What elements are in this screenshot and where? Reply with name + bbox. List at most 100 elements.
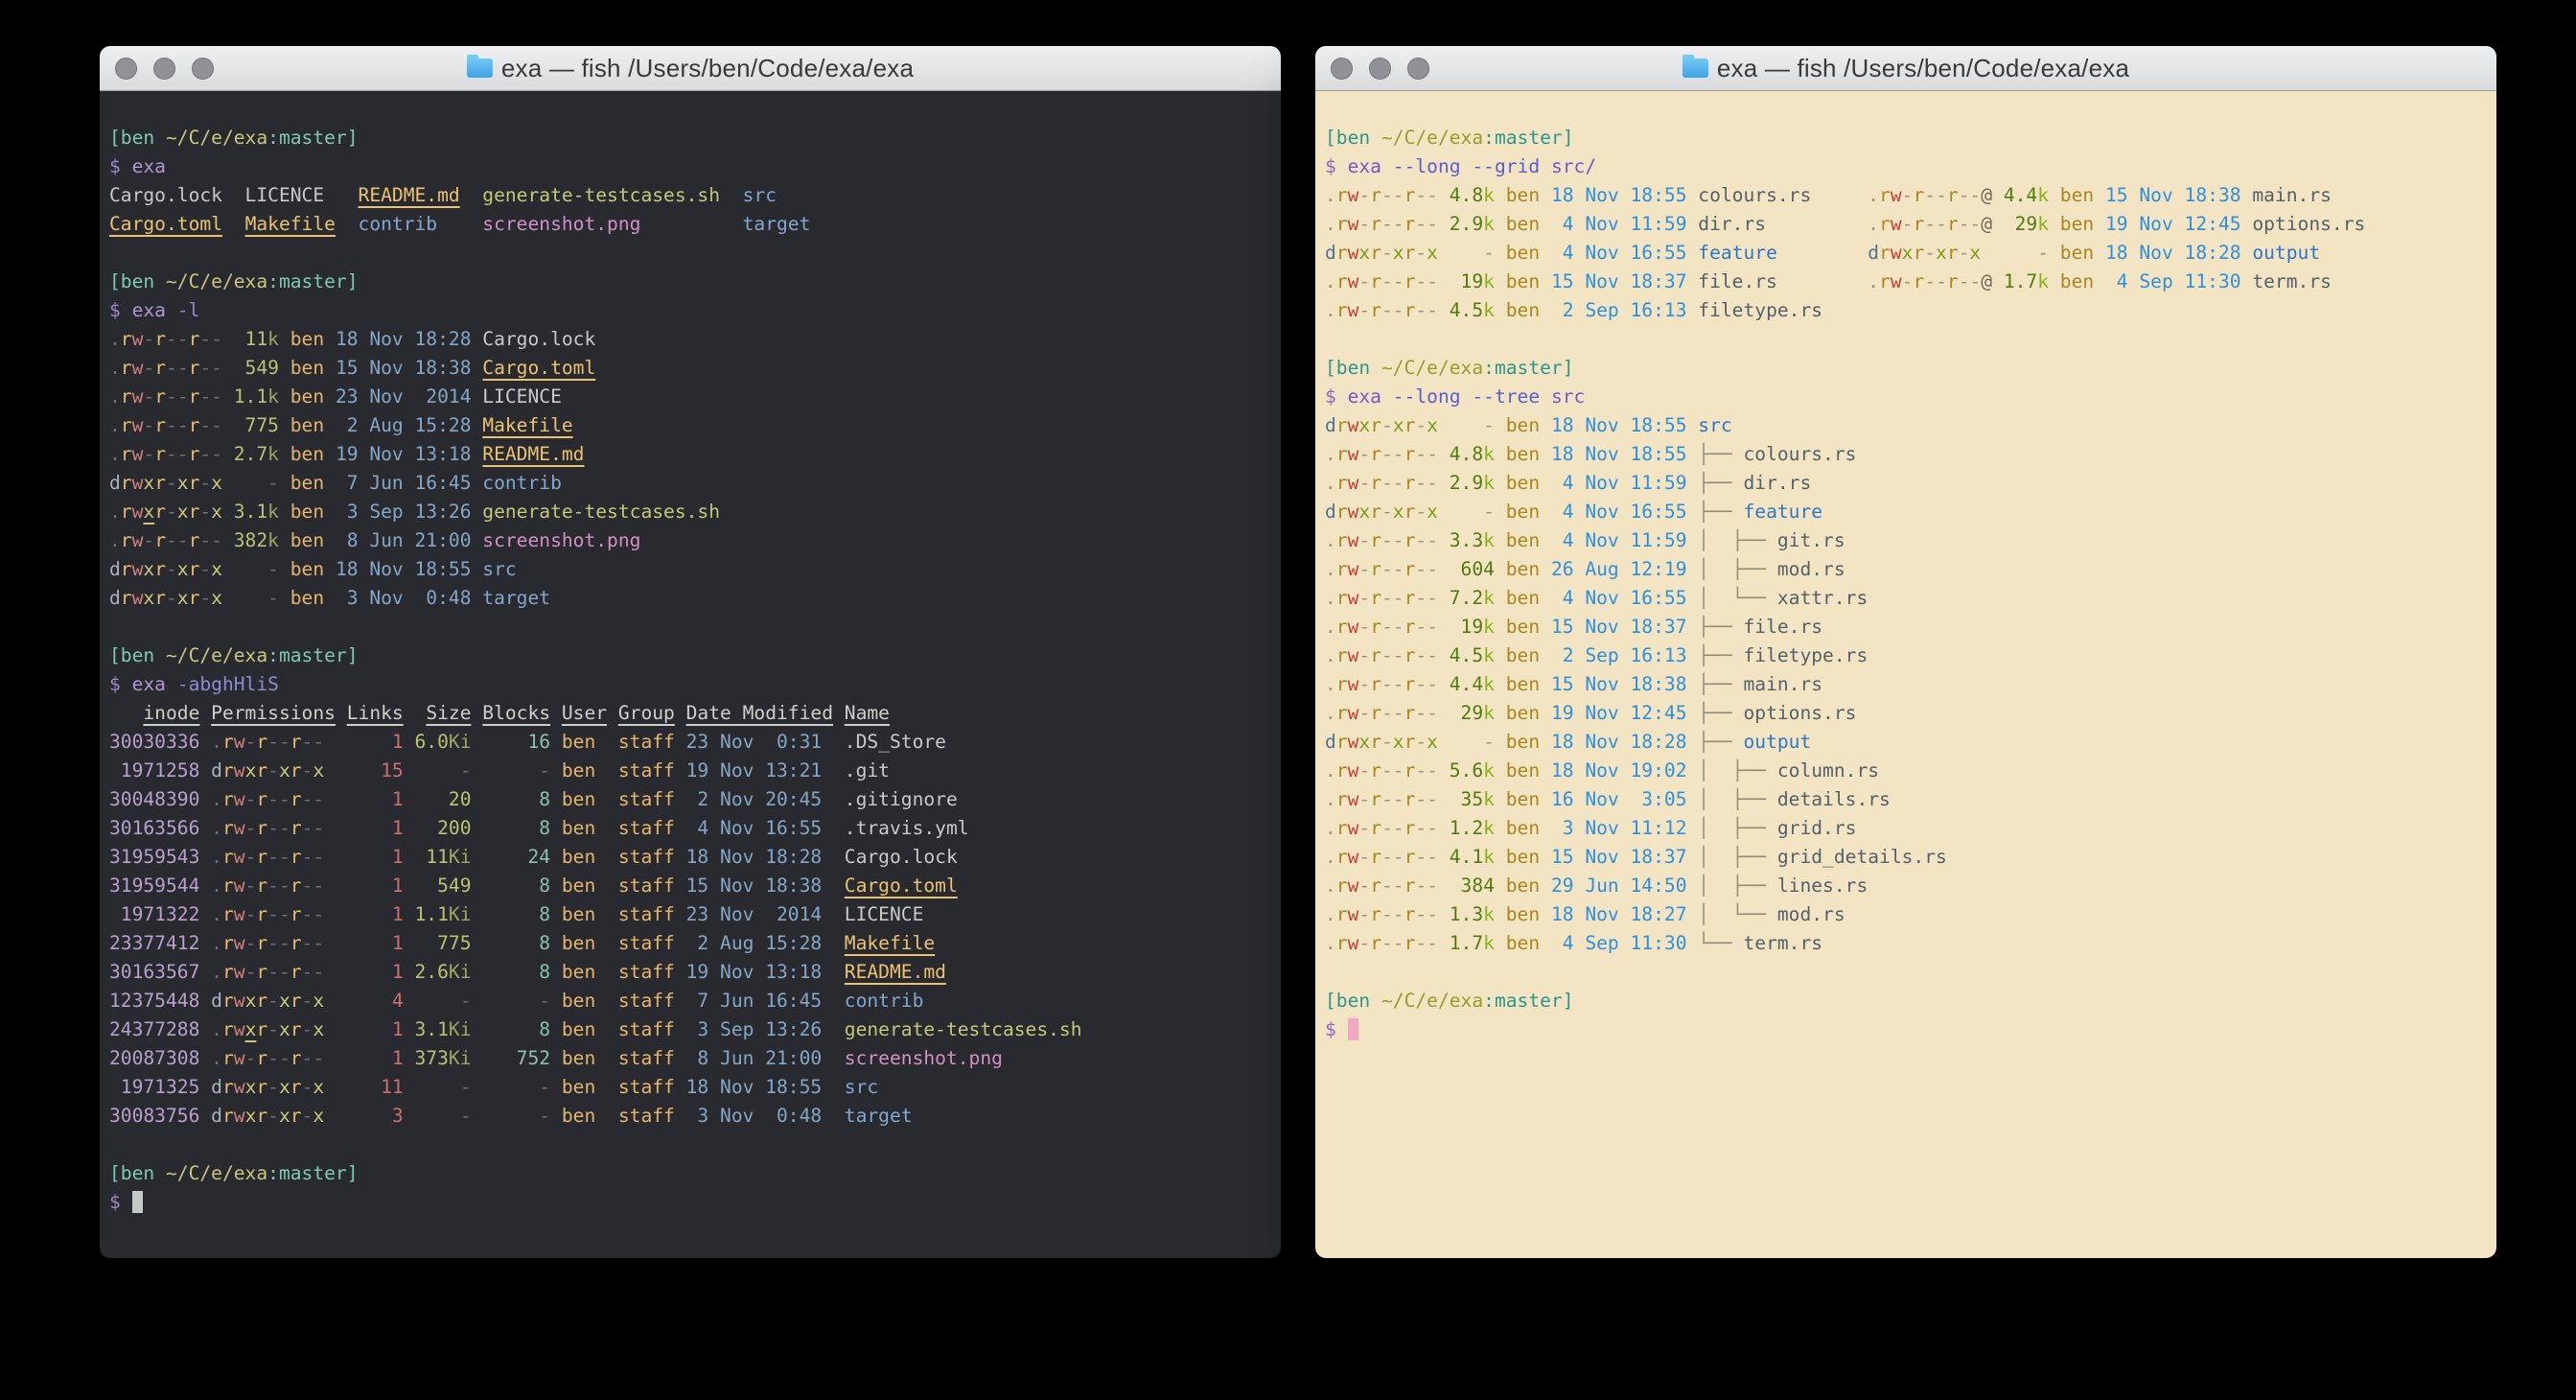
text-run — [1687, 788, 1699, 810]
terminal-line: $ exa — [109, 152, 1271, 181]
text-run — [472, 961, 483, 983]
text-run: x — [211, 558, 222, 580]
text-run: w — [1891, 270, 1902, 292]
titlebar[interactable]: exa — fish /Users/ben/Code/exa/exa — [1315, 46, 2496, 91]
terminal-line: $ — [1325, 1015, 2487, 1044]
text-run: k — [1483, 846, 1495, 868]
text-run: r — [154, 558, 166, 580]
text-run: r — [222, 759, 234, 782]
text-run: -- — [267, 817, 290, 839]
text-run: -- — [1415, 443, 1438, 465]
text-run: x — [1358, 501, 1370, 523]
text-run: r — [1370, 616, 1381, 638]
text-run — [550, 875, 562, 897]
text-run: x — [1902, 242, 1914, 264]
text-run: - — [1358, 817, 1370, 839]
text-run — [595, 875, 618, 897]
text-run — [675, 846, 686, 868]
text-run: . — [211, 1018, 222, 1040]
text-run: 23 Nov 2014 — [336, 385, 472, 408]
text-run: -- — [1415, 587, 1438, 609]
text-run: r — [1404, 242, 1416, 264]
text-run: - — [1358, 472, 1370, 494]
text-run — [1438, 529, 1450, 551]
text-run: -- — [302, 817, 325, 839]
text-run: d — [211, 990, 222, 1012]
text-run: 16 Nov 3:05 — [1551, 788, 1687, 810]
text-run: LICENCE — [845, 903, 924, 925]
terminal-line: .rw-r--r-- 19k ben 15 Nov 18:37 file.rs … — [1325, 268, 2487, 296]
text-run: - — [143, 529, 154, 551]
text-run: ben — [562, 1076, 595, 1098]
text-run: k — [1483, 472, 1495, 494]
text-run: README.md — [359, 184, 460, 206]
text-run: lines.rs — [1777, 875, 1868, 897]
close-button[interactable] — [115, 58, 137, 80]
text-run: r — [1913, 184, 1924, 206]
text-run: 1971322 — [109, 903, 199, 925]
text-run — [1687, 472, 1699, 494]
close-button[interactable] — [1331, 58, 1353, 80]
text-run: ben — [562, 846, 595, 868]
text-run — [472, 788, 483, 810]
text-run: -- — [1415, 184, 1438, 206]
text-run: k — [1483, 788, 1495, 810]
terminal-line: .rw-r--r-- 7.2k ben 4 Nov 16:55 │ └── xa… — [1325, 584, 2487, 613]
minimize-button[interactable] — [153, 58, 175, 80]
text-run: x — [1427, 501, 1438, 523]
text-run — [472, 1047, 483, 1069]
text-run: src — [1698, 414, 1731, 436]
text-run: - — [267, 1018, 279, 1040]
text-run — [222, 328, 234, 350]
text-run: r — [256, 1076, 267, 1098]
titlebar[interactable]: exa — fish /Users/ben/Code/exa/exa — [100, 46, 1281, 91]
text-run: - — [1381, 414, 1393, 436]
text-run — [1540, 242, 1551, 264]
text-run: k — [1483, 587, 1495, 609]
text-run: x — [245, 1105, 257, 1127]
text-run: r — [1336, 846, 1348, 868]
text-run: [ben — [109, 644, 166, 666]
text-run — [1540, 385, 1551, 408]
text-run: x — [177, 472, 189, 494]
text-run: - — [245, 846, 257, 868]
text-run: ├── — [1698, 616, 1743, 638]
terminal-screen[interactable]: [ben ~/C/e/exa:master]$ exaCargo.lock LI… — [100, 91, 1281, 1257]
text-run: ben — [2060, 270, 2094, 292]
text-run — [1687, 846, 1699, 868]
text-run — [822, 1018, 845, 1040]
text-run: - — [2004, 242, 2049, 264]
text-run: - — [415, 759, 472, 782]
text-run — [822, 875, 845, 897]
text-run: - — [199, 587, 211, 609]
text-run: 6.0 — [415, 731, 449, 753]
minimize-button[interactable] — [1369, 58, 1391, 80]
text-run — [1811, 184, 1868, 206]
text-run: 382 — [234, 529, 267, 551]
terminal-screen[interactable]: [ben ~/C/e/exa:master]$ exa --long --gri… — [1315, 91, 2496, 1257]
terminal-line: Cargo.lock LICENCE README.md generate-te… — [109, 181, 1271, 210]
zoom-button[interactable] — [1407, 58, 1429, 80]
text-run — [1495, 242, 1506, 264]
zoom-button[interactable] — [192, 58, 214, 80]
text-run — [472, 328, 483, 350]
text-run: -- — [166, 414, 189, 436]
terminal-line: .rw-r--r-- 11k ben 18 Nov 18:28 Cargo.lo… — [109, 325, 1271, 354]
text-run: x — [279, 759, 290, 782]
terminal-line: .rwxr-xr-x 3.1k ben 3 Sep 13:26 generate… — [109, 498, 1271, 526]
text-run: - — [302, 1018, 313, 1040]
text-run: w — [132, 558, 144, 580]
text-run: k — [1483, 673, 1495, 695]
text-run: - — [245, 903, 257, 925]
text-run: 18 Nov 18:28 — [336, 328, 472, 350]
text-run: - — [302, 1076, 313, 1098]
text-run — [1687, 242, 1699, 264]
text-run: colours.rs — [1698, 184, 1811, 206]
terminal-line: drwxr-xr-x - ben 18 Nov 18:55 src — [109, 555, 1271, 584]
text-run — [199, 817, 211, 839]
text-run: -- — [1415, 213, 1438, 235]
text-run: r — [189, 357, 200, 379]
text-run: ben — [290, 558, 324, 580]
text-run: r — [1404, 443, 1416, 465]
text-run: x — [279, 990, 290, 1012]
